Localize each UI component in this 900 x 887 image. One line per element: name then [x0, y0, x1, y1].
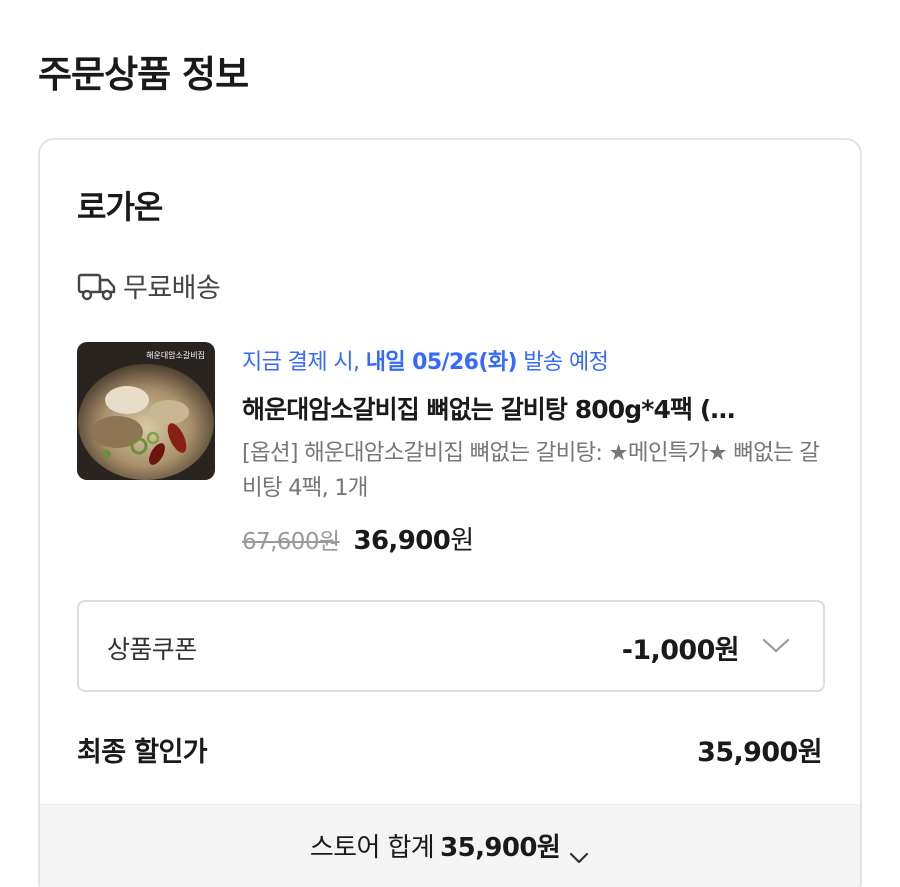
coupon-value: -1,000원 — [621, 635, 740, 666]
truck-icon — [77, 268, 117, 304]
shipping-info: 무료배송 — [77, 266, 221, 305]
store-name: 로가온 — [77, 188, 163, 226]
store-total-bar[interactable]: 스토어 합계 35,900원 — [40, 804, 860, 887]
store-total-toggle[interactable]: 스토어 합계 35,900원 — [40, 827, 860, 864]
coupon-label: 상품쿠폰 — [107, 635, 197, 664]
product-name[interactable]: 해운대암소갈비집 뼈없는 갈비탕 800g*4팩 (… — [242, 390, 842, 426]
delivery-suffix: 발송 예정 — [516, 350, 609, 375]
final-discount-value: 35,900원 — [697, 737, 822, 768]
final-discount-label: 최종 할인가 — [77, 737, 208, 768]
product-info: 지금 결제 시, 내일 05/26(화) 발송 예정 해운대암소갈비집 뼈없는 … — [242, 344, 842, 557]
chevron-down-icon[interactable] — [568, 842, 590, 863]
chevron-down-icon[interactable] — [761, 636, 791, 656]
order-product-info-page: 주문상품 정보 로가온 무료배송 해운대암소갈비집 지금 결제 시, 내일 05… — [0, 0, 900, 887]
delivery-prefix: 지금 결제 시, — [242, 350, 366, 375]
product-thumbnail[interactable]: 해운대암소갈비집 — [77, 342, 215, 480]
shipping-label: 무료배송 — [123, 273, 221, 304]
store-total-value: 35,900원 — [440, 833, 561, 863]
store-total-label: 스토어 합계 — [309, 833, 435, 863]
sale-price-unit: 원 — [450, 526, 474, 556]
price-row: 67,600원 36,900원 — [242, 520, 842, 557]
product-option: [옵션] 해운대암소갈비집 뼈없는 갈비탕: ★메인특가★ 뼈없는 갈비탕 4팩… — [242, 440, 820, 501]
section-title: 주문상품 정보 — [38, 53, 249, 96]
original-price: 67,600원 — [242, 529, 340, 555]
thumbnail-text: 해운대암소갈비집 — [146, 350, 205, 360]
delivery-estimate: 지금 결제 시, 내일 05/26(화) 발송 예정 — [242, 344, 842, 376]
product-coupon-selector[interactable]: 상품쿠폰 -1,000원 — [77, 600, 825, 692]
store-order-card: 로가온 무료배송 해운대암소갈비집 지금 결제 시, 내일 05/26(화) 발… — [38, 138, 862, 887]
delivery-date: 내일 05/26(화) — [365, 350, 518, 375]
sale-price: 36,900원 — [353, 520, 474, 557]
sale-price-number: 36,900 — [353, 526, 451, 556]
